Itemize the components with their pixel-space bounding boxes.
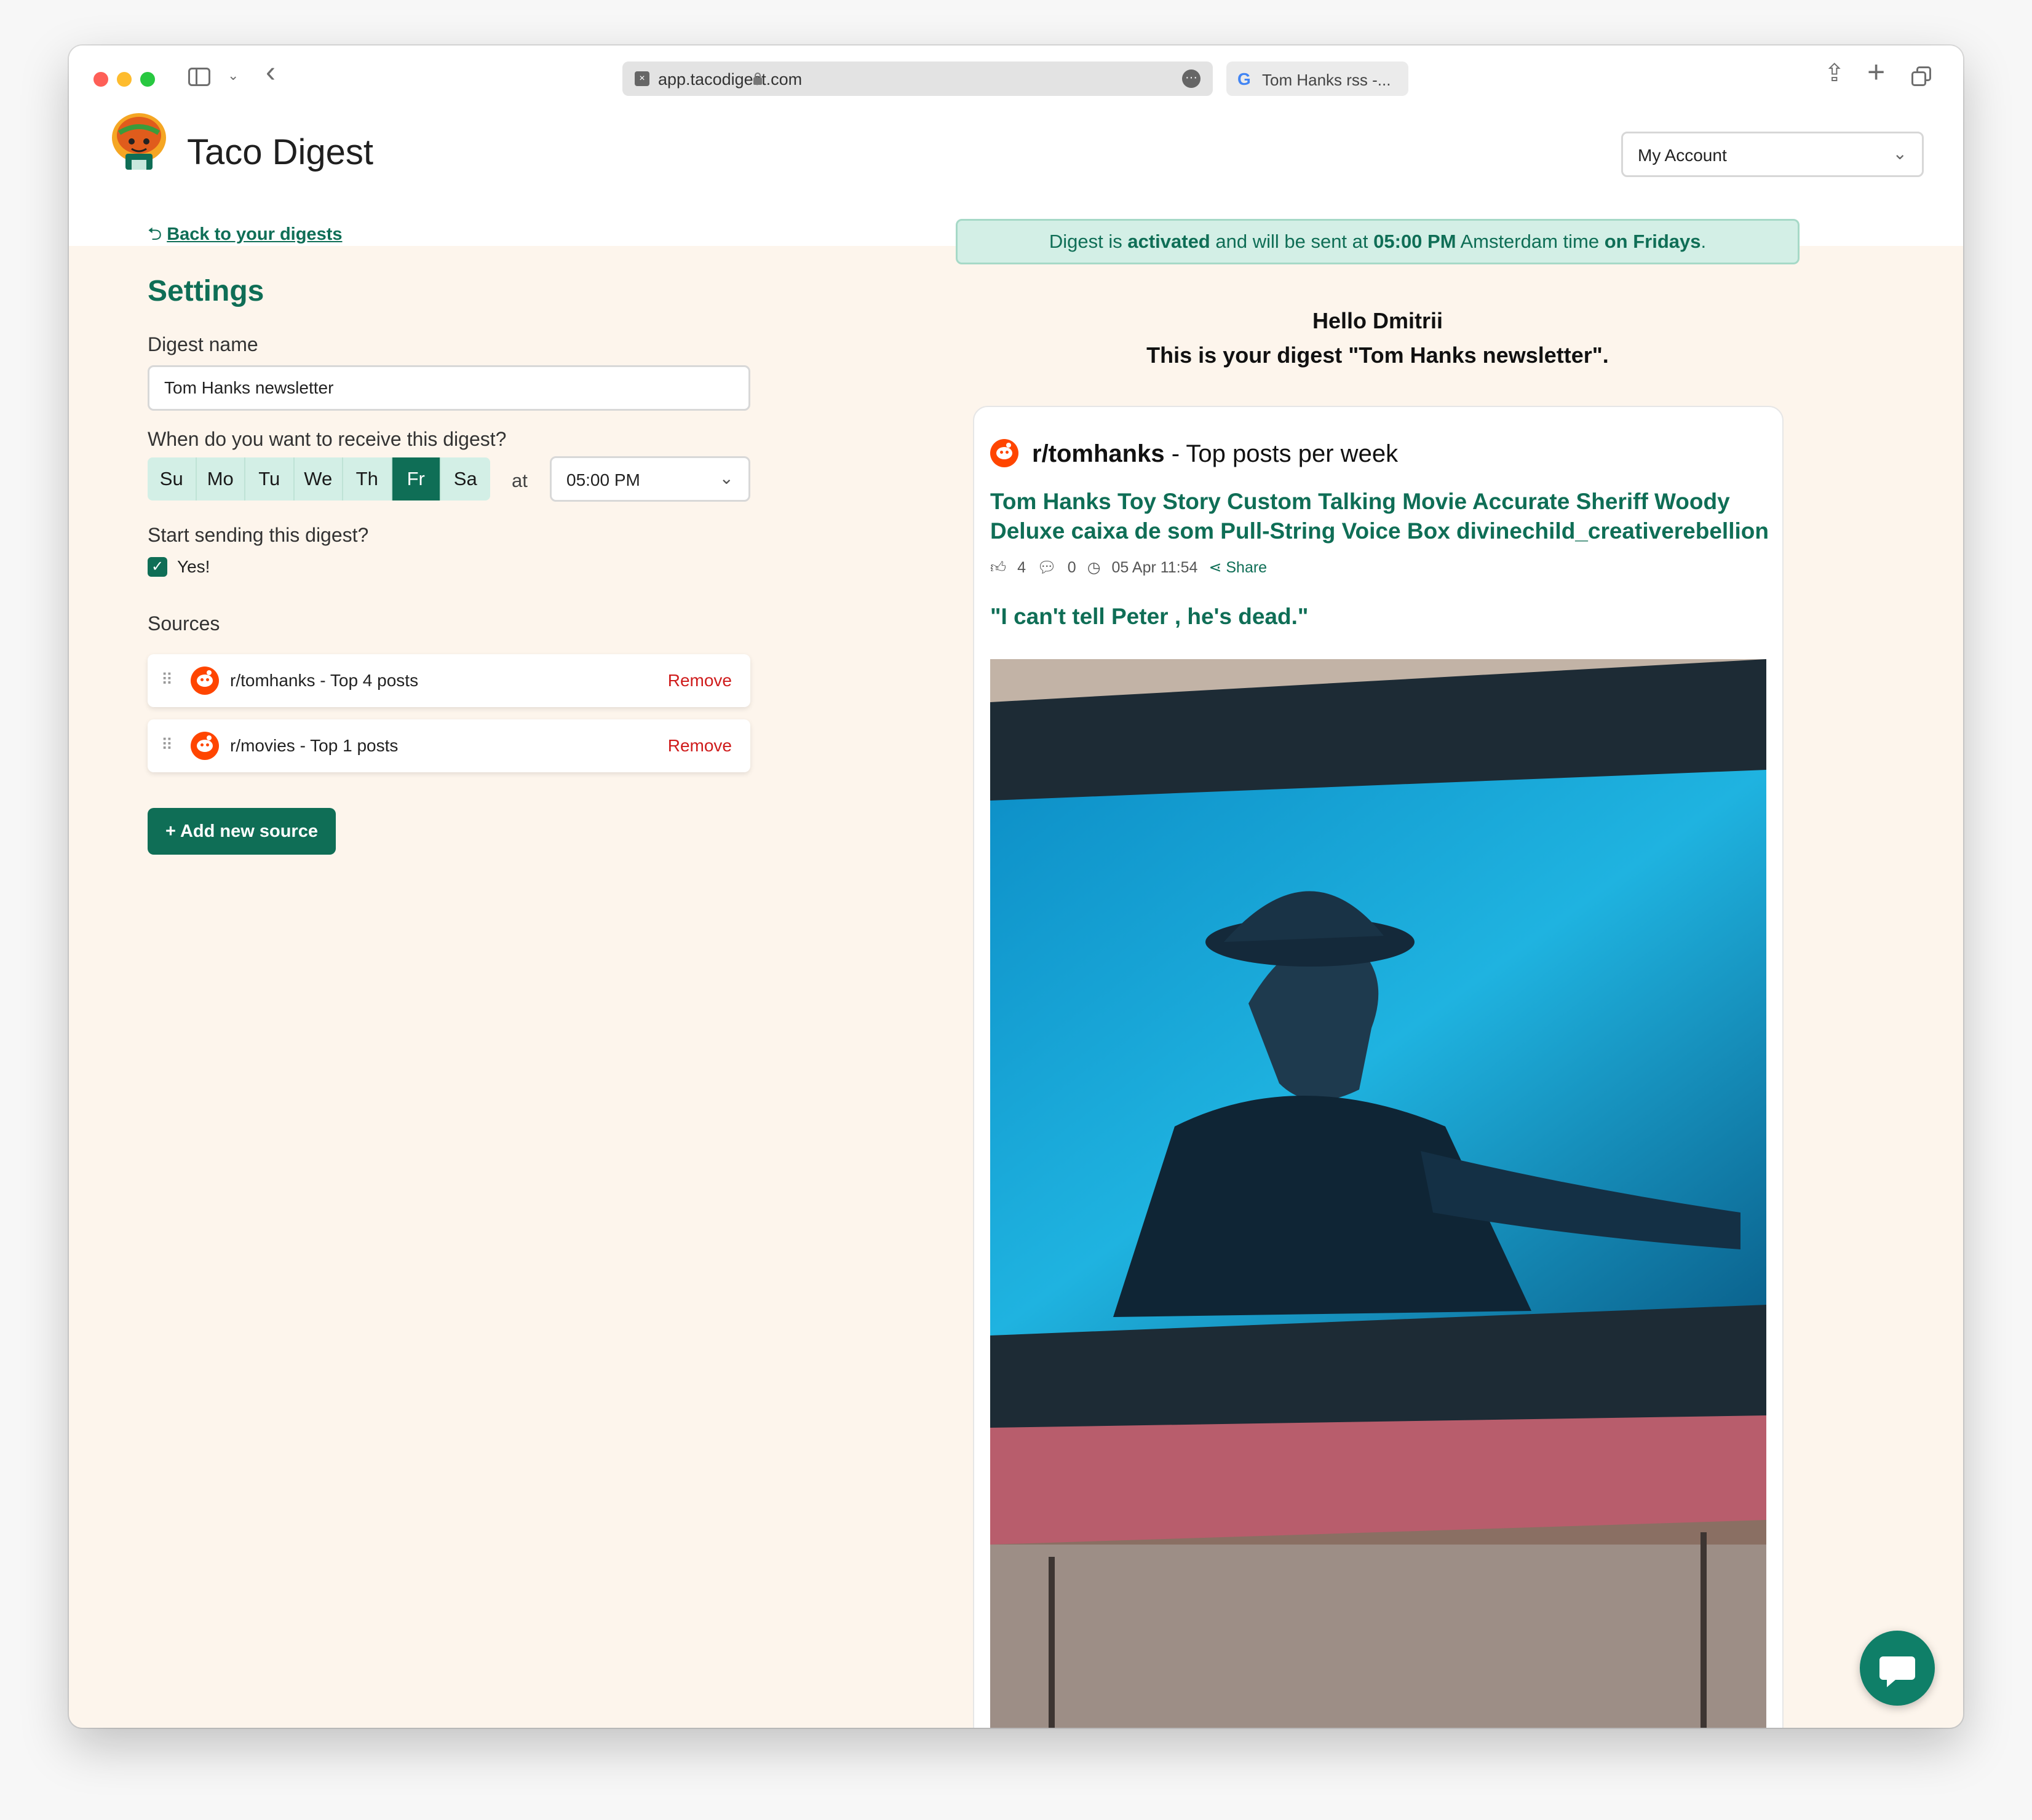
banner-time: 05:00 PM	[1373, 231, 1456, 252]
tab-title: Tom Hanks rss -...	[1262, 71, 1391, 89]
day-tu[interactable]: Tu	[245, 457, 295, 501]
share-icon: ⋖	[1208, 559, 1226, 576]
back-to-digests-link[interactable]: ⮌ Back to your digests	[148, 221, 342, 251]
banner-text: and will be sent at	[1210, 231, 1374, 252]
banner-text: .	[1701, 231, 1707, 252]
clock-icon: ◷	[1087, 559, 1101, 576]
url-text: app.tacodigest.com	[658, 70, 803, 89]
upvote-icon: 👍︎	[990, 559, 1007, 576]
comment-icon: 💬︎	[1037, 558, 1057, 576]
settings-heading: Settings	[148, 275, 264, 307]
site-favicon-icon: ×	[635, 71, 649, 86]
sources-label: Sources	[148, 612, 220, 635]
start-checkbox-label[interactable]: Yes!	[177, 557, 210, 577]
banner-day: on Fridays	[1604, 231, 1701, 252]
sidebar-toggle-icon[interactable]	[188, 68, 210, 86]
schedule-label: When do you want to receive this digest?	[148, 428, 507, 450]
remove-source-button[interactable]: Remove	[668, 671, 732, 690]
browser-window: ⌄ ‹ × app.tacodigest.com ··· G Tom Hanks…	[69, 46, 1963, 1728]
reddit-icon	[990, 439, 1018, 467]
app-title[interactable]: Taco Digest	[187, 132, 373, 173]
source-item[interactable]: ⠿ r/tomhanks - Top 4 posts Remove	[148, 654, 750, 707]
digest-greeting: Hello Dmitrii This is your digest "Tom H…	[956, 304, 1800, 373]
chevron-down-icon[interactable]: ⌄	[228, 68, 239, 84]
day-th[interactable]: Th	[343, 457, 392, 501]
post-meta: 👍︎ 4 💬︎ 0 ◷ 05 Apr 11:54 ⋖ Share	[990, 558, 1267, 577]
time-value: 05:00 PM	[566, 470, 640, 489]
browser-tab[interactable]: G Tom Hanks rss -...	[1226, 61, 1408, 96]
zoom-window-button[interactable]	[140, 72, 155, 87]
chat-bubble-icon	[1879, 1656, 1915, 1687]
second-post-title-link[interactable]: "I can't tell Peter , he's dead."	[990, 604, 1308, 630]
address-bar[interactable]: × app.tacodigest.com ···	[622, 61, 1213, 96]
share-link[interactable]: ⋖ Share	[1208, 558, 1267, 577]
google-icon: G	[1237, 69, 1251, 89]
intro-line: This is your digest "Tom Hanks newslette…	[1146, 342, 1609, 368]
card-subtitle: - Top posts per week	[1164, 440, 1399, 467]
day-picker: Su Mo Tu We Th Fr Sa	[148, 457, 490, 501]
share-icon[interactable]: ⇪	[1824, 59, 1845, 87]
day-we[interactable]: We	[294, 457, 343, 501]
remove-source-button[interactable]: Remove	[668, 736, 732, 756]
lock-icon	[753, 73, 762, 85]
day-sa[interactable]: Sa	[441, 457, 490, 501]
subreddit-name[interactable]: r/tomhanks	[1032, 440, 1165, 467]
back-arrow-icon[interactable]: ‹	[266, 58, 276, 87]
start-sending-checkbox[interactable]: ✓	[148, 557, 167, 577]
at-label: at	[512, 470, 528, 491]
tab-overview-icon[interactable]	[1911, 66, 1931, 86]
activation-banner: Digest is activated and will be sent at …	[956, 219, 1800, 264]
close-window-button[interactable]	[93, 72, 108, 87]
chevron-down-icon: ⌄	[719, 469, 734, 488]
start-sending-label: Start sending this digest?	[148, 524, 369, 546]
comment-count: 0	[1067, 558, 1076, 576]
taco-logo-icon[interactable]	[107, 108, 171, 172]
browser-toolbar: ⌄ ‹ × app.tacodigest.com ··· G Tom Hanks…	[69, 46, 1963, 109]
digest-name-label: Digest name	[148, 333, 258, 355]
banner-text: Digest is	[1049, 231, 1128, 252]
back-link-label: Back to your digests	[167, 224, 343, 244]
source-name: r/tomhanks - Top 4 posts	[230, 671, 419, 690]
day-mo[interactable]: Mo	[196, 457, 245, 501]
post-image[interactable]	[990, 659, 1766, 1728]
upvote-count: 4	[1017, 558, 1026, 576]
share-label: Share	[1226, 559, 1268, 576]
source-item[interactable]: ⠿ r/movies - Top 1 posts Remove	[148, 719, 750, 772]
chevron-down-icon: ⌄	[1892, 144, 1907, 163]
add-new-source-button[interactable]: + Add new source	[148, 808, 336, 855]
reddit-icon	[191, 667, 219, 695]
greeting-line: Hello Dmitrii	[1312, 308, 1443, 333]
minimize-window-button[interactable]	[117, 72, 132, 87]
account-menu[interactable]: My Account ⌄	[1621, 132, 1924, 177]
day-fr[interactable]: Fr	[392, 457, 441, 501]
banner-text: Amsterdam time	[1456, 231, 1605, 252]
new-tab-icon[interactable]: +	[1867, 54, 1885, 90]
banner-status: activated	[1127, 231, 1210, 252]
account-menu-label: My Account	[1638, 146, 1727, 165]
digest-name-input[interactable]	[148, 365, 750, 411]
chat-support-button[interactable]	[1860, 1631, 1935, 1706]
source-name: r/movies - Top 1 posts	[230, 736, 399, 755]
reddit-icon	[191, 732, 219, 760]
digest-preview-card: r/tomhanks - Top posts per week Tom Hank…	[973, 406, 1784, 1728]
day-su[interactable]: Su	[148, 457, 197, 501]
more-options-icon[interactable]: ···	[1182, 69, 1201, 88]
time-select[interactable]: 05:00 PM ⌄	[550, 456, 750, 502]
card-heading: r/tomhanks - Top posts per week	[1032, 440, 1398, 468]
drag-handle-icon[interactable]: ⠿	[161, 735, 173, 754]
post-date: 05 Apr 11:54	[1111, 558, 1198, 576]
drag-handle-icon[interactable]: ⠿	[161, 670, 173, 689]
post-title-link[interactable]: Tom Hanks Toy Story Custom Talking Movie…	[990, 487, 1771, 546]
undo-arrow-icon: ⮌	[148, 224, 162, 244]
